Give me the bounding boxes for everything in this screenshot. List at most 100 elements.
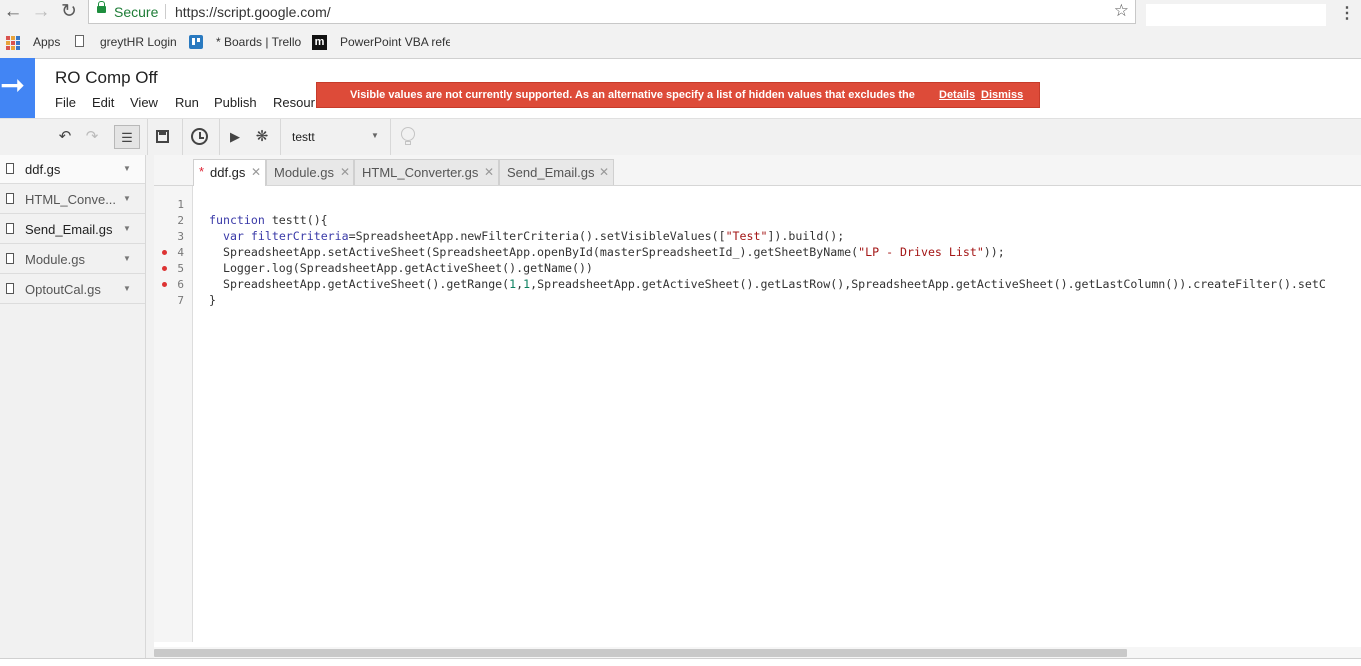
file-item-ddf[interactable]: ddf.gs ▼ [0,155,145,184]
horizontal-scrollbar-thumb[interactable] [154,649,1127,657]
menu-publish[interactable]: Publish [214,95,257,110]
code-line[interactable]: function testt(){ [209,213,328,227]
menu-resources[interactable]: Resour [273,95,315,110]
tab-send-email[interactable]: Send_Email.gs ✕ [499,159,614,185]
omnibox-divider [165,4,166,19]
chevron-down-icon[interactable]: ▼ [123,284,131,293]
details-link[interactable]: Details [939,89,975,101]
toolbar-divider [182,119,183,156]
file-item-send-email[interactable]: Send_Email.gs ▼ [0,215,145,244]
apps-script-logo[interactable]: ➞ [0,58,35,118]
breakpoint-marker[interactable] [162,282,167,287]
function-select[interactable]: testt [292,130,315,144]
forward-icon[interactable]: → [31,2,51,22]
line-number: 4 [177,246,184,259]
code-line[interactable]: SpreadsheetApp.setActiveSheet(Spreadshee… [209,245,1005,259]
trello-icon [189,35,203,49]
file-icon [6,283,14,294]
lock-icon [97,1,106,13]
bookmark-apps[interactable]: Apps [33,35,60,49]
bookmark-star-icon[interactable]: ☆ [1114,1,1129,21]
tab-label: HTML_Converter.gs [362,165,479,180]
file-sidebar: ddf.gs ▼ HTML_Conve... ▼ Send_Email.gs ▼… [0,155,146,665]
tab-module[interactable]: Module.gs ✕ [266,159,354,185]
m-logo-icon: m [312,35,327,50]
line-number: 5 [177,262,184,275]
file-name: Module.gs [25,252,85,267]
file-item-html-converter[interactable]: HTML_Conve... ▼ [0,185,145,214]
toolbar: ↶ ↷ ☰ ▶ ❋ testt ▼ [0,118,1361,157]
file-icon [6,253,14,264]
menu-run[interactable]: Run [175,95,199,110]
dismiss-link[interactable]: Dismiss [981,89,1023,101]
toolbar-divider [390,119,391,156]
menu-view[interactable]: View [130,95,158,110]
code-line[interactable]: var filterCriteria=SpreadsheetApp.newFil… [209,229,844,243]
project-title[interactable]: RO Comp Off [55,68,158,88]
bookmark-greythr[interactable]: greytHR Login [100,35,177,49]
chrome-menu-icon[interactable]: ⋮ [1339,3,1355,23]
file-icon [6,223,14,234]
line-number: 1 [177,198,184,211]
close-icon[interactable]: ✕ [340,165,350,179]
line-number: 2 [177,214,184,227]
close-icon[interactable]: ✕ [599,165,609,179]
code-line[interactable]: Logger.log(SpreadsheetApp.getActiveSheet… [209,261,593,275]
redo-icon[interactable]: ↷ [81,125,103,149]
back-icon[interactable]: ← [3,2,23,22]
arrow-right-icon: ➞ [0,69,26,102]
file-item-optoutcal[interactable]: OptoutCal.gs ▼ [0,275,145,304]
browser-chrome: ← → ↻ Secure https://script.google.com/ … [0,0,1361,59]
tab-html-converter[interactable]: HTML_Converter.gs ✕ [354,159,499,185]
file-icon [6,193,14,204]
line-number: 7 [177,294,184,307]
undo-icon[interactable]: ↶ [54,125,76,149]
file-name: HTML_Conve... [25,192,117,207]
tab-label: Module.gs [274,165,334,180]
menu-file[interactable]: File [55,95,76,110]
file-name: OptoutCal.gs [25,282,101,297]
tab-ddf[interactable]: * ddf.gs ✕ [193,159,266,186]
breakpoint-marker[interactable] [162,250,167,255]
toolbar-divider [280,119,281,156]
chevron-down-icon[interactable]: ▼ [123,194,131,203]
indent-toggle-icon[interactable]: ☰ [114,125,140,149]
editor-tabbar: * ddf.gs ✕ Module.gs ✕ HTML_Converter.gs… [154,155,1361,186]
code-line[interactable]: } [209,293,216,307]
file-name: ddf.gs [25,162,61,177]
lightbulb-icon[interactable] [398,125,418,149]
debug-bug-icon[interactable]: ❋ [252,125,272,149]
url-text[interactable]: https://script.google.com/ [175,4,331,20]
file-name: Send_Email.gs [25,222,113,237]
chevron-down-icon[interactable]: ▼ [123,224,131,233]
page-icon [75,35,84,47]
tab-label: Send_Email.gs [507,165,595,180]
chevron-down-icon[interactable]: ▼ [123,254,131,263]
apps-icon[interactable] [6,36,20,50]
banner-message: Visible values are not currently support… [350,89,915,101]
address-bar[interactable]: Secure https://script.google.com/ ☆ [88,0,1136,24]
secure-label: Secure [114,4,159,20]
file-item-module[interactable]: Module.gs ▼ [0,245,145,274]
line-number: 6 [177,278,184,291]
close-icon[interactable]: ✕ [484,165,494,179]
code-line[interactable]: SpreadsheetApp.getActiveSheet().getRange… [209,277,1359,291]
bookmark-powerpoint-vba[interactable]: PowerPoint VBA refe [340,35,450,49]
profile-area[interactable] [1146,4,1326,26]
run-play-icon[interactable]: ▶ [226,125,244,149]
bookmark-trello[interactable]: * Boards | Trello [216,35,301,49]
chevron-down-icon[interactable]: ▼ [123,164,131,173]
menu-edit[interactable]: Edit [92,95,114,110]
chevron-down-icon[interactable]: ▼ [371,131,379,140]
line-number: 3 [177,230,184,243]
editor-margin [146,155,154,665]
modified-marker: * [199,164,205,179]
triggers-clock-icon[interactable] [189,125,211,149]
save-icon[interactable] [153,125,173,149]
file-icon [6,163,14,174]
close-icon[interactable]: ✕ [251,165,261,179]
breakpoint-marker[interactable] [162,266,167,271]
reload-icon[interactable]: ↻ [59,2,79,22]
error-banner: Visible values are not currently support… [316,82,1040,108]
toolbar-divider [147,119,148,156]
